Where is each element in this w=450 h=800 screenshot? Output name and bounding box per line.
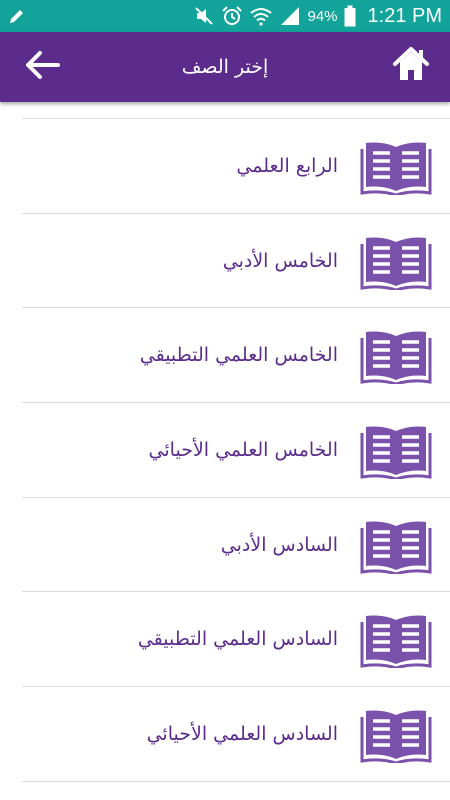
app-bar: إختر الصف [0, 32, 450, 102]
grade-label: السادس الأدبي [220, 533, 338, 556]
grade-label: الرابع العلمي [236, 154, 338, 177]
list-item[interactable]: الخامس العلمي الأحيائي [22, 403, 450, 498]
grade-label: السادس العلمي الأحيائي [146, 722, 338, 745]
list-item[interactable]: السادس العلمي التطبيقي [22, 592, 450, 688]
home-icon [391, 45, 431, 87]
alarm-icon [221, 5, 243, 27]
book-icon [360, 231, 432, 291]
book-icon [360, 704, 432, 764]
pencil-icon [8, 7, 26, 25]
page-title: إختر الصف [181, 56, 269, 78]
battery-percent: 94% [307, 7, 338, 25]
list-item[interactable]: السادس الأدبي [22, 498, 450, 593]
status-bar: 94% 1:21 PM [0, 0, 450, 32]
list-item[interactable]: السادس العلمي الأحيائي [22, 687, 450, 782]
book-icon [360, 420, 432, 480]
book-icon [360, 136, 432, 196]
grade-label: الخامس الأدبي [222, 249, 338, 272]
book-icon [360, 609, 432, 669]
battery-icon [344, 5, 356, 27]
list-item[interactable]: الخامس العلمي التطبيقي [22, 308, 450, 404]
home-button[interactable] [390, 45, 432, 87]
grade-label: الخامس العلمي الأحيائي [148, 438, 338, 461]
list-item[interactable]: الرابع العلمي [22, 119, 450, 214]
grade-label: السادس العلمي التطبيقي [137, 628, 338, 651]
list-item[interactable]: الخامس الأدبي [22, 214, 450, 309]
mute-icon [193, 6, 215, 26]
status-left [8, 7, 26, 25]
grade-list: الرابع العلمي الخامس الأدبي الخامس العلم… [22, 118, 450, 782]
signal-icon [279, 6, 301, 26]
grade-label: الخامس العلمي التطبيقي [139, 344, 338, 367]
book-icon [360, 325, 432, 385]
status-right: 94% 1:21 PM [193, 5, 442, 28]
book-icon [360, 515, 432, 575]
wifi-icon [249, 6, 273, 26]
back-button[interactable] [22, 47, 62, 87]
clock: 1:21 PM [367, 4, 442, 27]
back-arrow-icon [24, 50, 60, 84]
